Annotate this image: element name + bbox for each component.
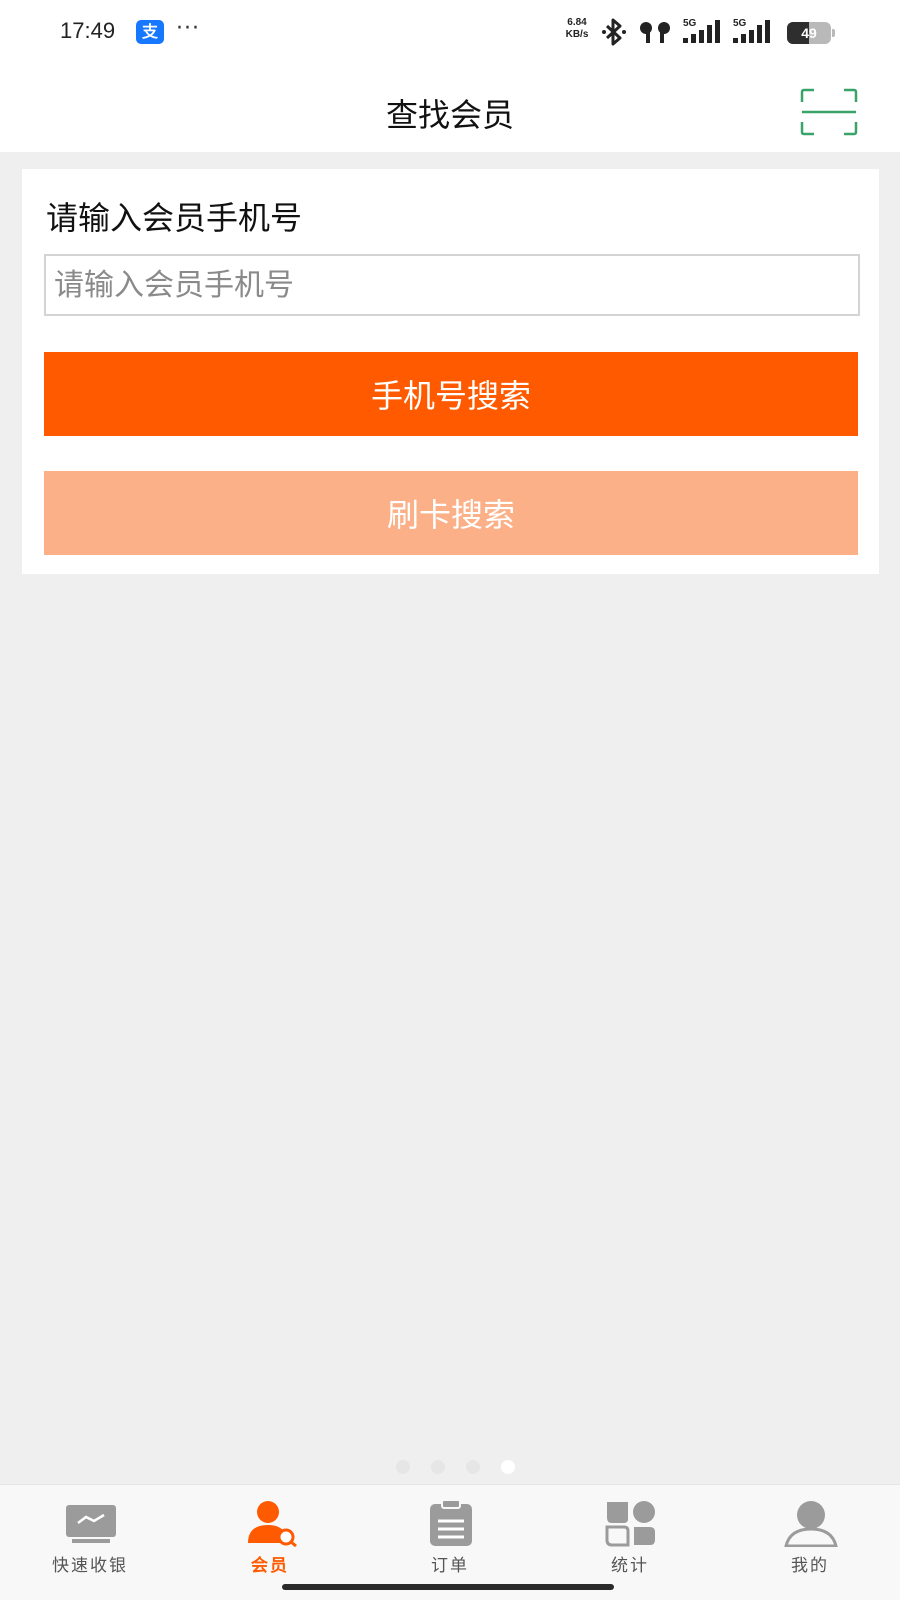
page-indicator bbox=[396, 1459, 531, 1475]
status-bar: 17:49 支 ··· 6.84 KB/s 5G 5G 49 bbox=[0, 0, 900, 68]
more-notifications-icon: ··· bbox=[176, 16, 200, 41]
phone-field-label: 请输入会员手机号 bbox=[46, 199, 303, 237]
clipboard-icon bbox=[430, 1499, 472, 1546]
home-indicator-bar[interactable] bbox=[282, 1584, 614, 1590]
signal-1-label: 5G bbox=[683, 18, 697, 29]
signal-5g-icon: 5G bbox=[683, 18, 720, 43]
page-dot-active bbox=[501, 1460, 516, 1474]
phone-number-input[interactable] bbox=[44, 254, 860, 316]
nav-label: 我的 bbox=[791, 1556, 829, 1576]
member-search-card: 请输入会员手机号 手机号搜索 刷卡搜索 bbox=[22, 169, 879, 574]
profile-icon bbox=[784, 1501, 838, 1547]
nav-label: 会员 bbox=[251, 1556, 289, 1576]
card-search-button[interactable]: 刷卡搜索 bbox=[44, 471, 858, 555]
bottom-nav: 快速收银 会员 订单 统计 我的 bbox=[0, 1484, 900, 1600]
page-dot bbox=[431, 1460, 446, 1474]
page-title: 查找会员 bbox=[385, 96, 514, 134]
scan-icon[interactable] bbox=[800, 88, 858, 136]
app-header: 查找会员 bbox=[0, 68, 900, 152]
bluetooth-icon bbox=[602, 18, 626, 46]
nav-item-quick-cashier[interactable]: 快速收银 bbox=[0, 1493, 180, 1576]
network-speed-value: 6.84 bbox=[567, 17, 587, 28]
nav-label: 统计 bbox=[611, 1556, 649, 1576]
network-speed: 6.84 KB/s bbox=[560, 17, 594, 41]
nav-label: 快速收银 bbox=[52, 1556, 128, 1576]
member-search-icon bbox=[248, 1501, 297, 1547]
nav-label: 订单 bbox=[431, 1556, 469, 1576]
page-dot bbox=[396, 1460, 410, 1474]
stats-grid-icon bbox=[605, 1501, 655, 1547]
battery-icon: 49 bbox=[787, 22, 835, 44]
cashier-monitor-icon bbox=[66, 1505, 116, 1543]
nav-item-statistics[interactable]: 统计 bbox=[540, 1493, 720, 1576]
battery-level: 49 bbox=[801, 25, 817, 41]
page-dot bbox=[466, 1460, 481, 1474]
network-speed-unit: KB/s bbox=[565, 29, 589, 40]
nav-item-orders[interactable]: 订单 bbox=[360, 1493, 540, 1576]
phone-search-button[interactable]: 手机号搜索 bbox=[44, 352, 858, 436]
status-time: 17:49 bbox=[60, 18, 116, 43]
alipay-icon: 支 bbox=[136, 20, 164, 44]
signal-2-label: 5G bbox=[733, 18, 747, 29]
earbuds-icon bbox=[640, 22, 670, 43]
nav-item-member[interactable]: 会员 bbox=[180, 1493, 360, 1576]
nav-item-mine[interactable]: 我的 bbox=[720, 1493, 900, 1576]
signal-5g-icon: 5G bbox=[733, 18, 770, 43]
